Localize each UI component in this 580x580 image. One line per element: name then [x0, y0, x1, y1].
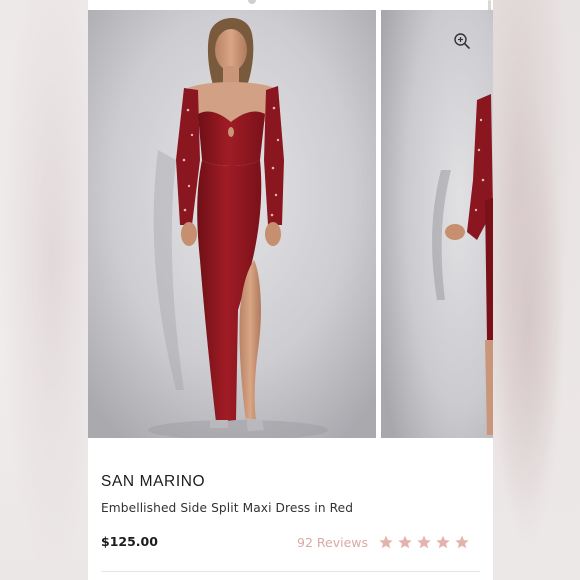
star-icon: [455, 535, 469, 549]
background-left: [0, 0, 88, 580]
product-page: SAN MARINO Embellished Side Split Maxi D…: [88, 0, 493, 580]
model-photo: [88, 10, 376, 438]
star-icon: [398, 535, 412, 549]
star-rating: [378, 534, 470, 550]
star-icon: [436, 535, 450, 549]
zoom-icon[interactable]: [453, 32, 471, 50]
status-dot: [248, 0, 256, 4]
product-info: SAN MARINO Embellished Side Split Maxi D…: [88, 438, 493, 580]
background-right: [493, 0, 580, 580]
top-bar: [88, 0, 493, 10]
star-icon: [379, 535, 393, 549]
reviews-count[interactable]: 92 Reviews: [297, 535, 368, 550]
reviews-link[interactable]: 92 Reviews: [297, 534, 470, 550]
star-icon: [417, 535, 431, 549]
product-price: $125.00: [101, 534, 158, 549]
product-image-secondary[interactable]: [381, 10, 493, 438]
image-gallery[interactable]: [88, 10, 493, 438]
divider: [101, 571, 480, 572]
model-photo-side: [381, 10, 493, 438]
product-title: Embellished Side Split Maxi Dress in Red: [101, 501, 354, 515]
product-image-main[interactable]: [88, 10, 376, 438]
product-brand: SAN MARINO: [101, 473, 206, 490]
